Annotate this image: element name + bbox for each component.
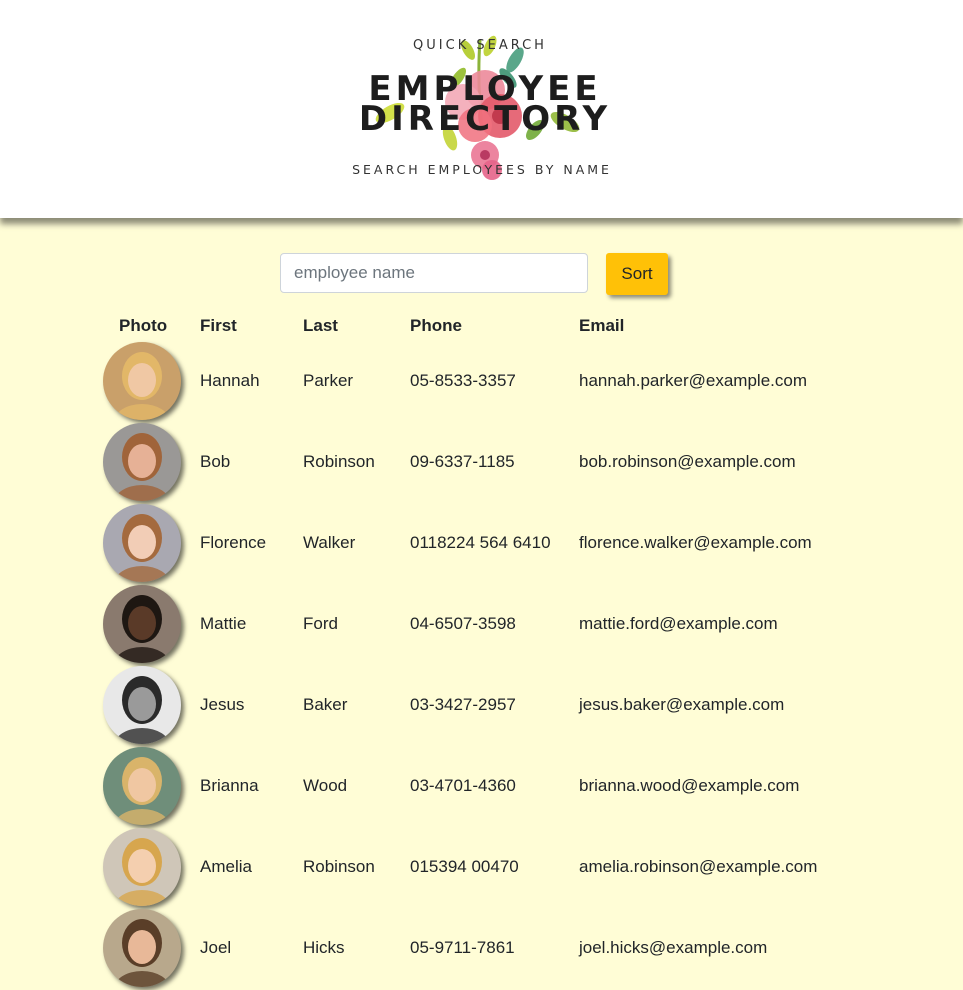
table-row: Amelia Robinson 015394 00470 amelia.robinso… [100, 828, 860, 909]
cell-email: joel.hicks@example.com [579, 938, 768, 957]
cell-first-name: Amelia [200, 857, 252, 876]
cell-first-name: Bob [200, 452, 231, 471]
cell-phone: 05-9711-7861 [410, 938, 515, 957]
table-row: Jesus Baker 03-3427-2957 jesus.baker@exampl… [100, 666, 860, 747]
cell-first-name: Hannah [200, 371, 260, 390]
cell-email: bob.robinson@example.com [579, 452, 796, 471]
cell-last-name: Wood [303, 776, 348, 795]
sort-button[interactable]: Sort [606, 253, 668, 295]
column-header-phone[interactable]: Phone [410, 316, 462, 336]
cell-email: jesus.baker@example.com [579, 695, 785, 714]
cell-phone: 015394 00470 [410, 857, 519, 876]
cell-last-name: Robinson [303, 857, 375, 876]
cell-last-name: Parker [303, 371, 354, 390]
table-row: Hannah Parker 05-8533-3357 hannah.parker@ex… [100, 342, 860, 423]
table-row: Bob Robinson 09-6337-1185 bob.robinson@exam… [100, 423, 860, 504]
employee-photo [103, 666, 181, 744]
column-header-last[interactable]: Last [303, 316, 338, 336]
employee-photo [103, 585, 181, 663]
employee-photo [103, 828, 181, 906]
cell-last-name: Baker [303, 695, 348, 714]
cell-phone: 04-6507-3598 [410, 614, 516, 633]
cell-first-name: Florence [200, 533, 267, 552]
header: QUICK SEARCH EMPLOYEE DIRECTORY SEARCH E… [0, 0, 963, 218]
table-row: Mattie Ford 04-6507-3598 mattie.ford@exampl… [100, 585, 860, 666]
column-header-email[interactable]: Email [579, 316, 624, 336]
cell-email: mattie.ford@example.com [579, 614, 778, 633]
logo-title-line2: DIRECTORY [358, 99, 612, 139]
employee-photo [103, 342, 181, 420]
employee-photo [103, 423, 181, 501]
cell-first-name: Mattie [200, 614, 247, 633]
logo-tagline-top: QUICK SEARCH [413, 38, 547, 53]
cell-last-name: Walker [303, 533, 356, 552]
cell-email: hannah.parker@example.com [579, 371, 807, 390]
table-row: Florence Walker 0118224 564 6410 florence.w… [100, 504, 860, 585]
employee-photo [103, 909, 181, 987]
cell-last-name: Hicks [303, 938, 345, 957]
cell-phone: 09-6337-1185 [410, 452, 515, 471]
cell-phone: 05-8533-3357 [410, 371, 516, 390]
cell-email: brianna.wood@example.com [579, 776, 800, 795]
cell-first-name: Jesus [200, 695, 245, 714]
cell-first-name: Joel [200, 938, 232, 957]
column-header-photo[interactable]: Photo [119, 316, 167, 336]
cell-phone: 03-3427-2957 [410, 695, 516, 714]
cell-phone: 03-4701-4360 [410, 776, 516, 795]
column-header-first[interactable]: First [200, 316, 237, 336]
employee-search-input[interactable] [280, 253, 588, 293]
logo-tagline-bottom: SEARCH EMPLOYEES BY NAME [352, 162, 612, 177]
employee-directory-logo: QUICK SEARCH EMPLOYEE DIRECTORY SEARCH E… [340, 20, 630, 195]
table-row: Joel Hicks 05-9711-7861 joel.hicks@example.… [100, 909, 860, 990]
employee-photo [103, 504, 181, 582]
cell-last-name: Robinson [303, 452, 375, 471]
employee-photo [103, 747, 181, 825]
cell-email: amelia.robinson@example.com [579, 857, 818, 876]
cell-email: florence.walker@example.com [579, 533, 812, 552]
table-row: Brianna Wood 03-4701-4360 brianna.wood@exam… [100, 747, 860, 828]
cell-last-name: Ford [303, 614, 338, 633]
cell-phone: 0118224 564 6410 [410, 533, 551, 552]
cell-first-name: Brianna [200, 776, 259, 795]
